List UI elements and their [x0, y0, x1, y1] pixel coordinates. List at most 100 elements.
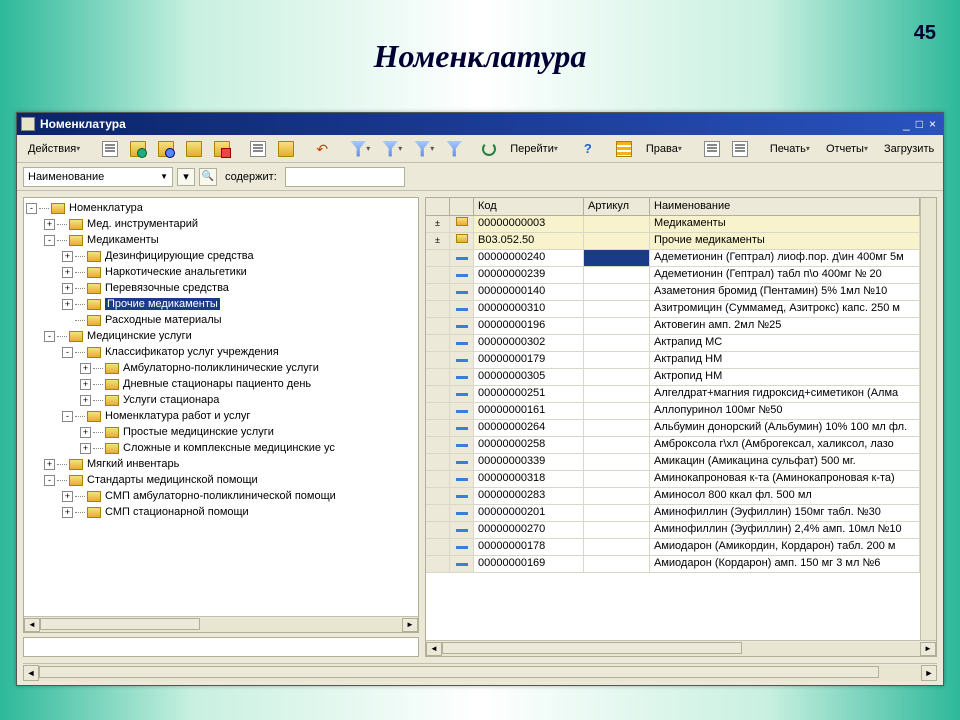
table-row[interactable]: 00000000258Амброксола г\хл (Амброгексал,… [426, 437, 920, 454]
tree-node[interactable]: +Прочие медикаменты [26, 296, 416, 312]
expand-toggle[interactable]: - [44, 235, 55, 246]
expand-toggle[interactable]: + [62, 251, 73, 262]
print-menu[interactable]: Печать [763, 138, 817, 160]
expand-toggle[interactable]: + [44, 459, 55, 470]
table-row[interactable]: 00000000310Азитромицин (Суммамед, Азитро… [426, 301, 920, 318]
tree-h-scroll[interactable]: ◄ ► [24, 616, 418, 632]
filter-search-button[interactable]: 🔍 [199, 168, 217, 186]
tree-node[interactable]: -Номенклатура [26, 200, 416, 216]
expand-toggle[interactable]: + [62, 267, 73, 278]
table-row[interactable]: 00000000283Аминосол 800 ккал фл. 500 мл [426, 488, 920, 505]
tree-node[interactable]: -Медикаменты [26, 232, 416, 248]
scroll-right-button[interactable]: ► [920, 642, 936, 656]
category-tree[interactable]: -Номенклатура+Мед. инструментарий-Медика… [24, 198, 418, 616]
table-row[interactable]: 00000000201Аминофиллин (Эуфиллин) 150мг … [426, 505, 920, 522]
table-row[interactable]: 00000000251Алгелдрат+магния гидроксид+си… [426, 386, 920, 403]
col-type[interactable] [450, 198, 474, 215]
filter-off-button[interactable] [441, 138, 467, 160]
tree-node[interactable]: -Медицинские услуги [26, 328, 416, 344]
undo-button[interactable]: ↶ [309, 138, 335, 160]
table-row[interactable]: 00000000169Амиодарон (Кордарон) амп. 150… [426, 556, 920, 573]
maximize-button[interactable]: □ [913, 117, 926, 131]
expand-toggle[interactable]: + [62, 283, 73, 294]
edit-button[interactable] [153, 138, 179, 160]
scroll-right-button[interactable]: ► [402, 618, 418, 632]
tree-node[interactable]: +СМП стационарной помощи [26, 504, 416, 520]
tree-node[interactable]: +СМП амбулаторно-поликлинической помощи [26, 488, 416, 504]
tree-node[interactable]: +Сложные и комплексные медицинские ус [26, 440, 416, 456]
expand-toggle[interactable]: + [80, 395, 91, 406]
rights-menu[interactable]: Права [639, 138, 689, 160]
grid-h-scroll[interactable]: ◄ ► [426, 640, 936, 656]
table-row[interactable]: ±00000000003Медикаменты [426, 216, 920, 233]
move-button[interactable] [273, 138, 299, 160]
table-row[interactable]: 00000000240Адеметионин (Гептрал) лиоф.по… [426, 250, 920, 267]
filter2-button[interactable] [377, 138, 407, 160]
expand-toggle[interactable]: + [80, 427, 91, 438]
scroll-left-button[interactable]: ◄ [23, 665, 39, 681]
expand-toggle[interactable]: - [62, 411, 73, 422]
expand-toggle[interactable]: - [26, 203, 37, 214]
expand-toggle[interactable]: + [80, 379, 91, 390]
delete-button[interactable] [209, 138, 235, 160]
table-row[interactable]: ±В03.052.50Прочие медикаменты [426, 233, 920, 250]
tree-node[interactable]: -Классификатор услуг учреждения [26, 344, 416, 360]
titlebar[interactable]: Номенклатура _ □ × [17, 113, 943, 135]
scroll-left-button[interactable]: ◄ [426, 642, 442, 656]
refresh-button[interactable] [477, 138, 501, 160]
tree-node[interactable]: +Перевязочные средства [26, 280, 416, 296]
table-row[interactable]: 00000000302Актрапид МС [426, 335, 920, 352]
filter1-button[interactable] [345, 138, 375, 160]
hierarchy-button[interactable] [245, 138, 271, 160]
expand-toggle[interactable]: + [80, 443, 91, 454]
add-folder-button[interactable] [125, 138, 151, 160]
goto-menu[interactable]: Перейти [503, 138, 565, 160]
col-name[interactable]: Наименование [650, 198, 920, 215]
filter3-button[interactable] [409, 138, 439, 160]
filter-value-input[interactable] [285, 167, 405, 187]
tree-node[interactable]: +Амбулаторно-поликлинические услуги [26, 360, 416, 376]
close-button[interactable]: × [926, 117, 939, 131]
tree-node[interactable]: +Дневные стационары пациенто день [26, 376, 416, 392]
window-h-scroll[interactable]: ◄ ► [23, 663, 937, 681]
scroll-right-button[interactable]: ► [921, 665, 937, 681]
tree-node[interactable]: Расходные материалы [26, 312, 416, 328]
tree-node[interactable]: -Номенклатура работ и услуг [26, 408, 416, 424]
filter-field-combo[interactable]: Наименование ▼ [23, 167, 173, 187]
table-row[interactable]: 00000000140Азаметония бромид (Пентамин) … [426, 284, 920, 301]
expand-toggle[interactable]: + [44, 219, 55, 230]
tree-node[interactable]: +Дезинфицирующие средства [26, 248, 416, 264]
tree-node[interactable]: +Мед. инструментарий [26, 216, 416, 232]
tree-node[interactable]: +Мягкий инвентарь [26, 456, 416, 472]
table-row[interactable]: 00000000270Аминофиллин (Эуфиллин) 2,4% а… [426, 522, 920, 539]
table-row[interactable]: 00000000178Амиодарон (Амикордин, Кордаро… [426, 539, 920, 556]
tree-node[interactable]: +Простые медицинские услуги [26, 424, 416, 440]
grid-v-scroll[interactable] [920, 198, 936, 640]
tree-node[interactable]: +Услуги стационара [26, 392, 416, 408]
table-row[interactable]: 00000000161Аллопуринол 100мг №50 [426, 403, 920, 420]
add-button[interactable] [97, 138, 123, 160]
expand-toggle[interactable]: - [44, 331, 55, 342]
tree-path-input[interactable] [23, 637, 419, 657]
expand-toggle[interactable]: + [62, 507, 73, 518]
col-article[interactable]: Артикул [584, 198, 650, 215]
table-row[interactable]: 00000000196Актовегин амп. 2мл №25 [426, 318, 920, 335]
table-row[interactable]: 00000000239Адеметионин (Гептрал) табл п\… [426, 267, 920, 284]
grid-body[interactable]: ±00000000003Медикаменты±В03.052.50Прочие… [426, 216, 920, 640]
expand-toggle[interactable]: + [62, 299, 73, 310]
filter-options-button[interactable]: ▾ [177, 168, 195, 186]
minimize-button[interactable]: _ [900, 117, 913, 131]
reports-menu[interactable]: Отчеты [819, 138, 875, 160]
expand-toggle[interactable]: - [44, 475, 55, 486]
expand-toggle[interactable]: + [80, 363, 91, 374]
col-code[interactable]: Код [474, 198, 584, 215]
actions-menu[interactable]: Действия [21, 138, 87, 160]
scroll-left-button[interactable]: ◄ [24, 618, 40, 632]
table-row[interactable]: 00000000179Актрапид НМ [426, 352, 920, 369]
props-button[interactable] [727, 138, 753, 160]
expand-toggle[interactable]: + [62, 491, 73, 502]
expand-toggle[interactable]: - [62, 347, 73, 358]
table-row[interactable]: 00000000339Амикацин (Амикацина сульфат) … [426, 454, 920, 471]
table-row[interactable]: 00000000318Аминокапроновая к-та (Аминока… [426, 471, 920, 488]
tree-node[interactable]: +Наркотические анальгетики [26, 264, 416, 280]
